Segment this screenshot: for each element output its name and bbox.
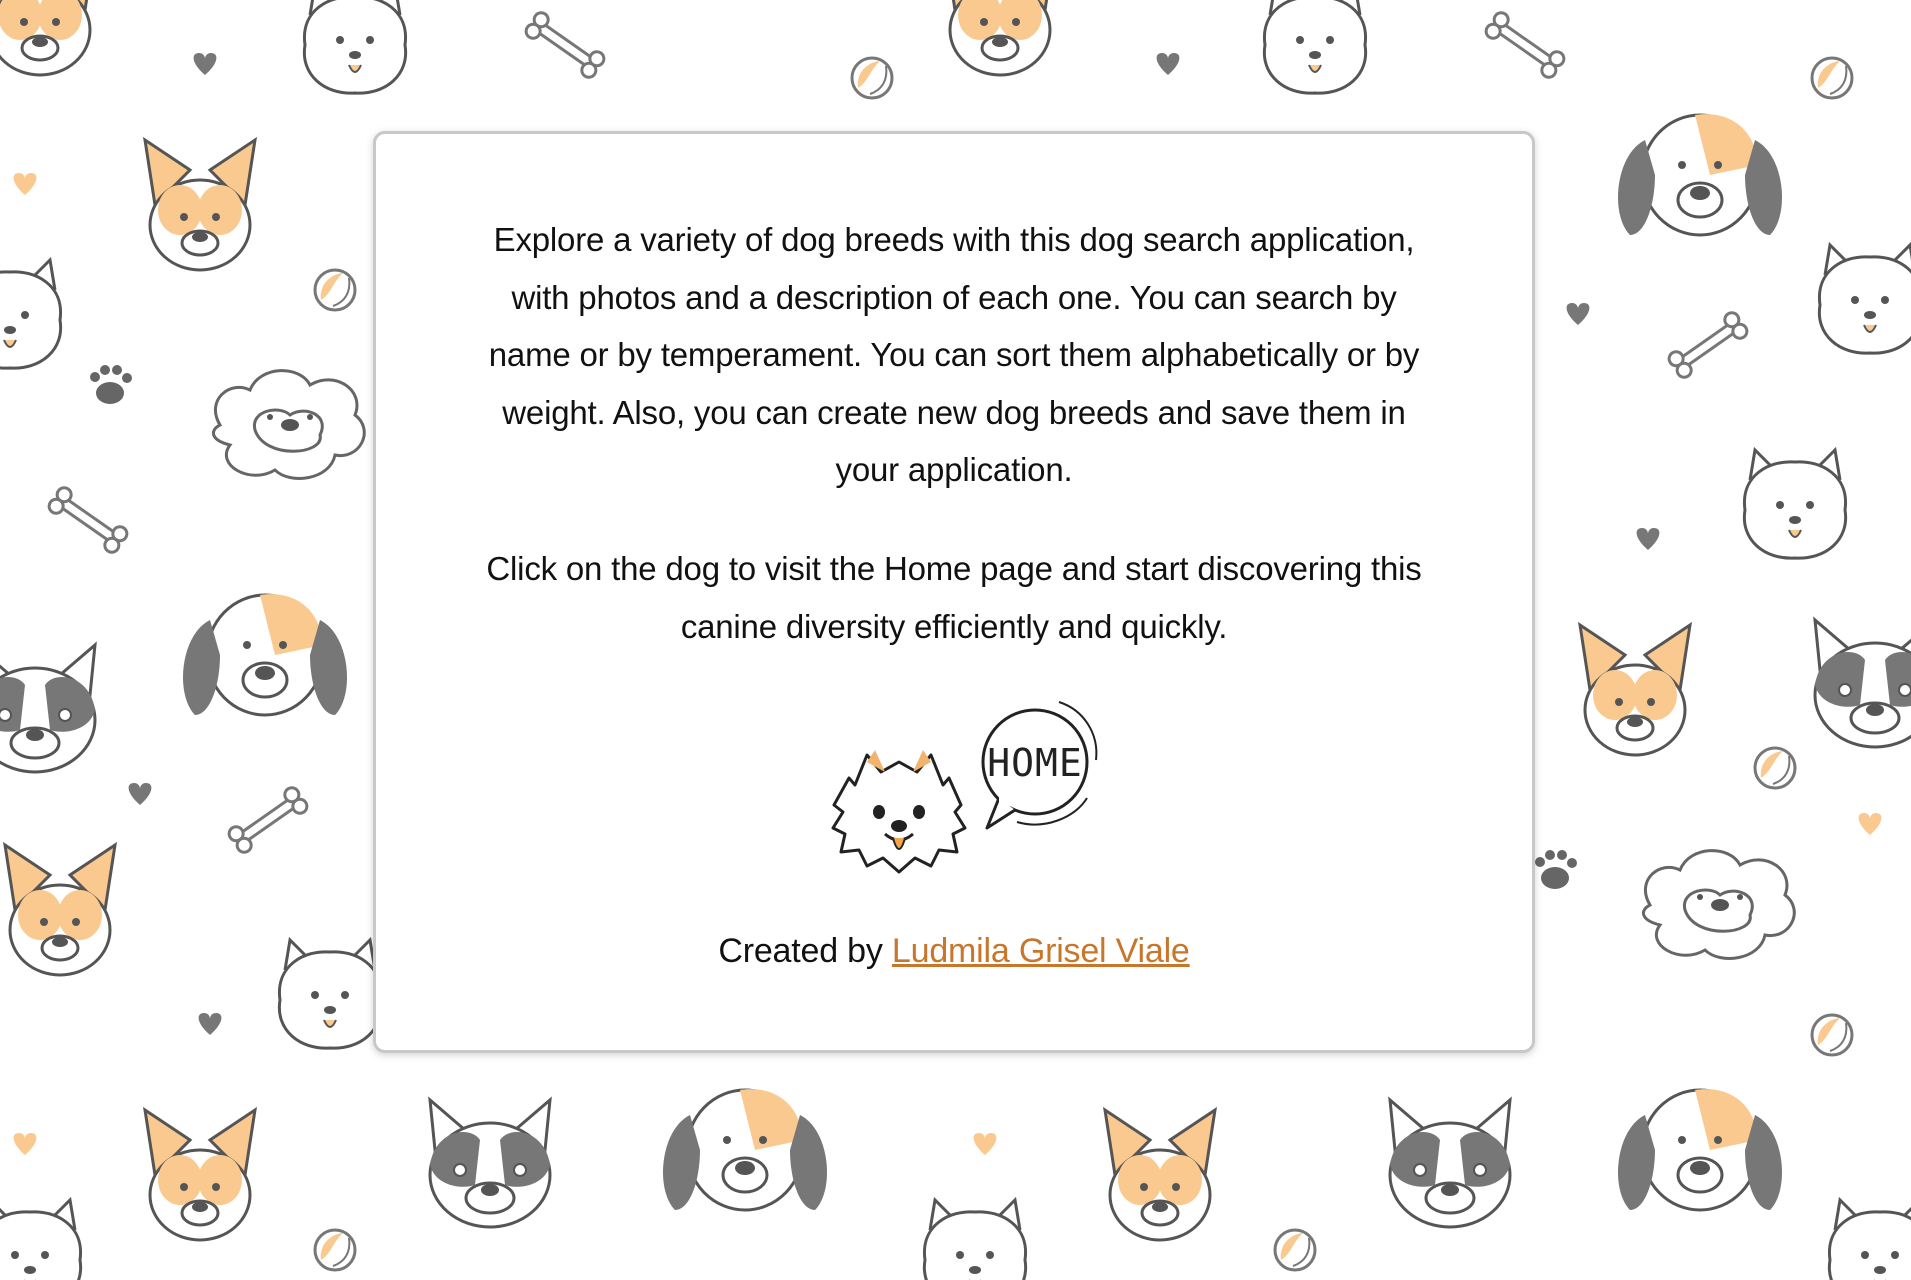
home-label: HOME <box>987 741 1083 785</box>
landing-card: Explore a variety of dog breeds with thi… <box>373 131 1535 1053</box>
credits: Created by Ludmila Grisel Viale <box>376 932 1532 971</box>
intro-instruction: Click on the dog to visit the Home page … <box>486 550 1422 645</box>
credits-prefix: Created by <box>718 932 892 970</box>
spitz-dog-icon: HOME <box>831 701 1098 874</box>
author-link[interactable]: Ludmila Grisel Viale <box>892 932 1190 970</box>
intro-description: Explore a variety of dog breeds with thi… <box>488 221 1420 488</box>
home-dog-button[interactable]: HOME <box>809 700 1109 880</box>
